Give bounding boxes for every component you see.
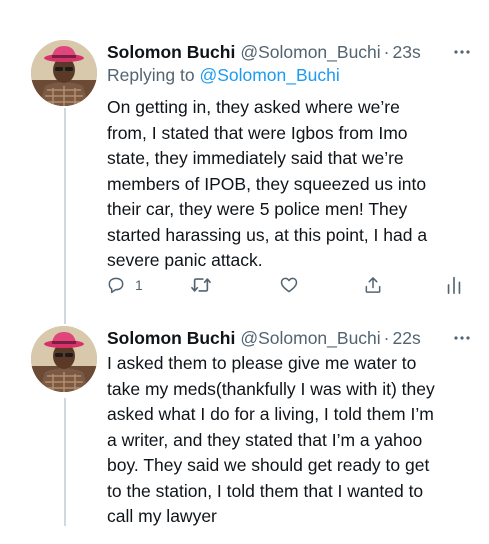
- like-button[interactable]: [279, 270, 299, 300]
- share-button[interactable]: [363, 270, 383, 300]
- replying-to-label: Replying to: [107, 65, 195, 85]
- tweet-text: I asked them to please give me water to …: [107, 351, 477, 530]
- reply-count: 1: [135, 277, 143, 293]
- separator-dot: ·: [383, 41, 390, 62]
- tweet-text-line: from, I stated that were Igbos from Imo: [107, 122, 408, 143]
- tweet-actions: 1: [100, 270, 469, 300]
- replying-to: Replying to @Solomon_Buchi: [107, 65, 340, 86]
- tweet-text-line: take my meds(thankfully I was with it) t…: [107, 378, 435, 399]
- analytics-button[interactable]: [445, 270, 463, 300]
- heart-icon: [280, 277, 298, 293]
- author-handle[interactable]: @Solomon_Buchi: [240, 328, 380, 349]
- tweet-text: On getting in, they asked where we’re fr…: [107, 95, 477, 274]
- tweet-text-line: boy. They said we should get ready to ge…: [107, 455, 430, 475]
- tweet-text-line: members of IPOB, they squeezed us into: [107, 173, 427, 194]
- more-icon[interactable]: [453, 335, 471, 341]
- replying-to-handle[interactable]: @Solomon_Buchi: [199, 65, 339, 85]
- reply-bubble-icon: [108, 277, 124, 294]
- timestamp[interactable]: 23s: [393, 42, 421, 63]
- tweet-text-line: started harassing us, at this point, I h…: [107, 224, 428, 245]
- avatar-image: [31, 40, 97, 106]
- avatar-image: [31, 326, 97, 392]
- thread-line: [64, 316, 66, 324]
- reply-button[interactable]: 1: [106, 270, 143, 300]
- thread-line: [64, 108, 66, 316]
- share-upload-icon: [365, 277, 381, 293]
- tweet-text-line: their car, they were 5 police men! They: [107, 199, 408, 219]
- retweet-icon: [191, 278, 211, 292]
- tweet-text-line: to the station, I told them that I wante…: [107, 480, 424, 501]
- tweet-text-line: a writer, and they stated that I’m a yah…: [107, 429, 423, 450]
- author-name[interactable]: Solomon Buchi: [107, 328, 235, 349]
- tweet-text-line: state, they immediately said that we’re: [107, 148, 404, 168]
- thread-line: [64, 398, 66, 526]
- analytics-bars-icon: [447, 276, 461, 294]
- more-horizontal-icon: [454, 50, 470, 54]
- more-horizontal-icon: [454, 336, 470, 340]
- tweet-text-line: asked what I do for a living, I told the…: [107, 404, 434, 424]
- avatar[interactable]: [31, 326, 97, 392]
- timestamp[interactable]: 22s: [393, 328, 421, 349]
- tweet-text-line: On getting in, they asked where we’re: [107, 97, 400, 117]
- author-handle[interactable]: @Solomon_Buchi: [240, 42, 380, 63]
- more-icon[interactable]: [453, 49, 471, 55]
- author-name[interactable]: Solomon Buchi: [107, 42, 235, 63]
- tweet[interactable]: Solomon Buchi @Solomon_Buchi · 23s Reply…: [0, 0, 489, 316]
- tweet-text-line: I asked them to please give me water to: [107, 353, 417, 373]
- separator-dot: ·: [383, 327, 390, 348]
- retweet-button[interactable]: [190, 270, 212, 300]
- tweet[interactable]: Solomon Buchi @Solomon_Buchi · 22s I ask…: [0, 316, 489, 544]
- tweet-text-line: call my lawyer: [107, 506, 217, 526]
- tweet-header: Solomon Buchi @Solomon_Buchi · 23s: [107, 40, 471, 64]
- tweet-header: Solomon Buchi @Solomon_Buchi · 22s: [107, 326, 471, 350]
- avatar[interactable]: [31, 40, 97, 106]
